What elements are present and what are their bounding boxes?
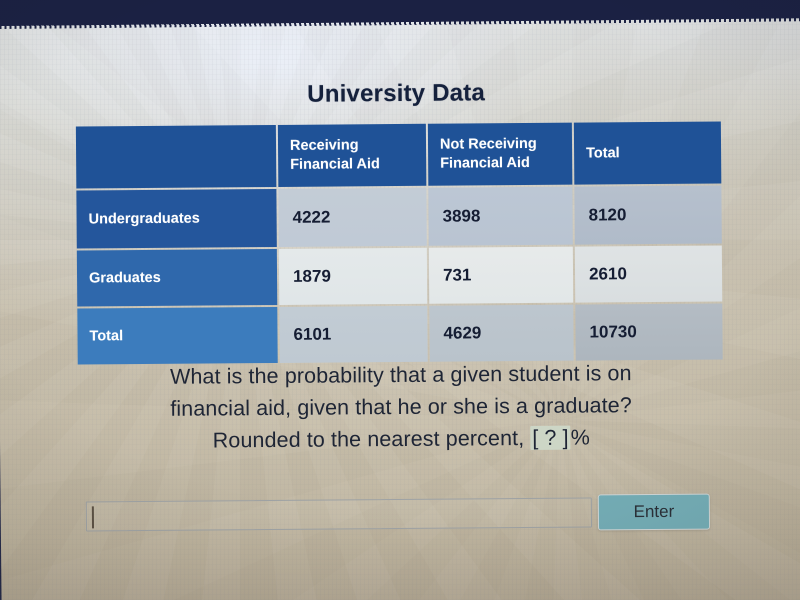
column-header-total: Total	[573, 121, 722, 185]
answer-row: Enter	[85, 493, 711, 539]
question-line-2: financial aid, given that he or she is a…	[170, 392, 632, 421]
column-header-line1: Not Receiving	[439, 136, 537, 154]
row-header-total: Total	[77, 306, 278, 365]
text-cursor-icon	[91, 506, 95, 529]
cell-undergraduates-receiving: 4222	[278, 187, 427, 247]
column-header-corner	[75, 124, 277, 189]
column-header-line2: Financial Aid	[440, 154, 530, 172]
question-line-3: Rounded to the nearest percent, [ ? ]%	[61, 421, 741, 458]
question-line-1: What is the probability that a given stu…	[169, 361, 632, 389]
cell-total-receiving: 6101	[279, 305, 428, 363]
column-header-receiving-financial-aid: Receiving Financial Aid	[277, 123, 427, 187]
enter-button[interactable]: Enter	[597, 493, 711, 531]
table-row: Undergraduates 4222 3898 8120	[76, 185, 722, 249]
page-content: University Data Receiving Financial Aid …	[0, 0, 800, 600]
cell-undergraduates-total: 8120	[574, 185, 722, 245]
column-header-line2: Financial Aid	[290, 156, 380, 173]
row-header-undergraduates: Undergraduates	[76, 188, 277, 249]
column-header-line1: Total	[586, 144, 620, 162]
cell-graduates-not-receiving: 731	[428, 246, 574, 304]
row-header-graduates: Graduates	[76, 248, 278, 307]
table-row: Total 6101 4629 10730	[77, 303, 723, 365]
cell-total-total: 10730	[575, 303, 723, 361]
column-header-line1: Receiving	[289, 137, 359, 155]
column-header-not-receiving-financial-aid: Not Receiving Financial Aid	[427, 122, 573, 186]
answer-blank-placeholder: [ ? ]	[530, 425, 571, 450]
cell-graduates-receiving: 1879	[278, 247, 428, 305]
screen-photo: University Data Receiving Financial Aid …	[0, 0, 800, 600]
cell-graduates-total: 2610	[574, 245, 723, 303]
cell-total-not-receiving: 4629	[429, 304, 574, 362]
question-line-3-prefix: Rounded to the nearest percent,	[212, 425, 531, 453]
question-line-3-suffix: %	[570, 425, 590, 450]
question-text: What is the probability that a given stu…	[61, 357, 742, 458]
page-title: University Data	[307, 79, 486, 108]
university-data-table: Receiving Financial Aid Not Receiving Fi…	[74, 119, 725, 366]
table-row: Graduates 1879 731 2610	[76, 245, 723, 307]
cell-undergraduates-not-receiving: 3898	[428, 186, 573, 246]
answer-input[interactable]	[85, 497, 593, 532]
table-header-row: Receiving Financial Aid Not Receiving Fi…	[75, 121, 722, 189]
